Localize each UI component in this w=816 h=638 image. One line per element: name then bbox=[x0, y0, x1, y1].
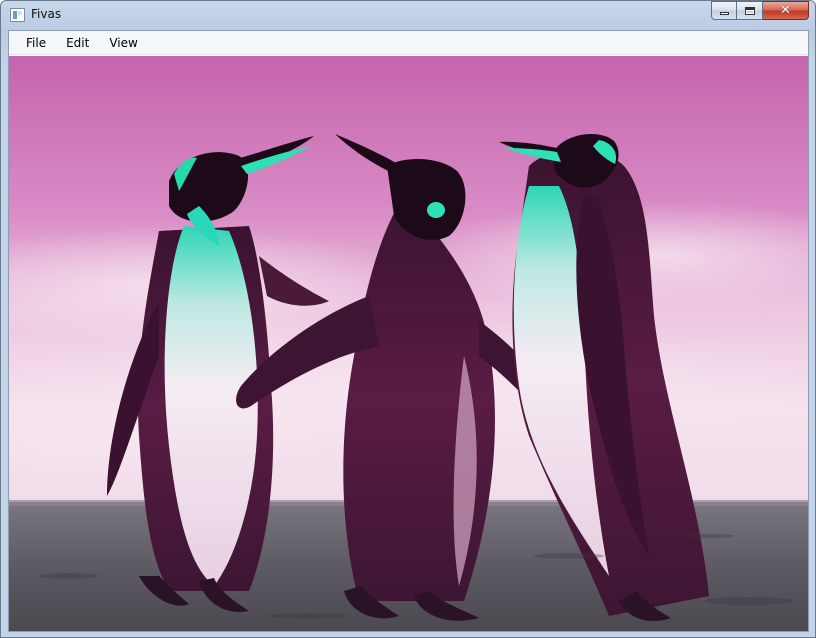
penguins-image bbox=[9, 56, 808, 631]
minimize-button[interactable] bbox=[711, 1, 737, 20]
maximize-button[interactable] bbox=[737, 1, 763, 20]
menu-bar: File Edit View bbox=[9, 31, 808, 55]
title-bar[interactable]: Fivas ✕ bbox=[1, 1, 815, 29]
menu-view[interactable]: View bbox=[101, 33, 145, 53]
app-window-icon[interactable] bbox=[10, 8, 25, 22]
image-canvas[interactable] bbox=[9, 56, 808, 631]
caption-buttons: ✕ bbox=[711, 1, 809, 20]
close-button[interactable]: ✕ bbox=[763, 1, 809, 20]
menu-file[interactable]: File bbox=[18, 33, 54, 53]
maximize-icon bbox=[744, 6, 755, 15]
minimize-icon bbox=[719, 11, 729, 15]
menu-edit[interactable]: Edit bbox=[58, 33, 97, 53]
close-icon: ✕ bbox=[780, 3, 791, 18]
client-area: File Edit View bbox=[8, 30, 809, 632]
application-window: Fivas ✕ File Edit View bbox=[0, 0, 816, 638]
window-title: Fivas bbox=[31, 7, 62, 21]
